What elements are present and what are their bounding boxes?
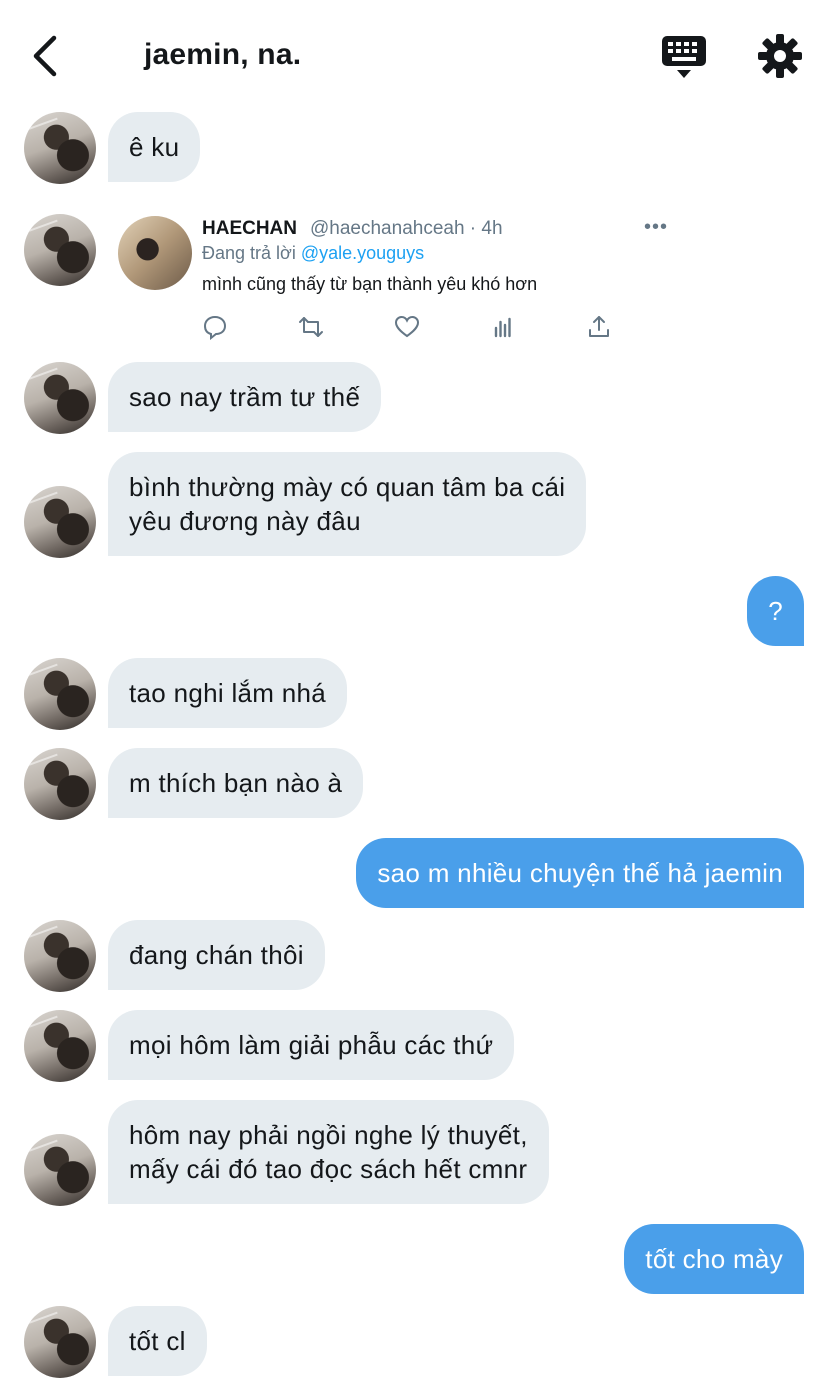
contact-avatar[interactable]: [24, 486, 96, 558]
reply-icon[interactable]: [202, 314, 228, 340]
share-icon[interactable]: [586, 314, 612, 340]
keyboard-icon[interactable]: [660, 34, 708, 80]
replying-handle-link[interactable]: @yale.youguys: [301, 243, 424, 263]
contact-avatar[interactable]: [24, 748, 96, 820]
message-bubble-incoming: tốt cl: [108, 1306, 207, 1376]
message-bubble-incoming: mọi hôm làm giải phẫu các thứ: [108, 1010, 515, 1080]
gear-icon[interactable]: [756, 32, 804, 80]
message-bubble-incoming: hôm nay phải ngồi nghe lý thuyết, mấy cá…: [108, 1100, 549, 1204]
contact-avatar[interactable]: [24, 112, 96, 184]
like-icon[interactable]: [394, 314, 420, 340]
tweet-text: mình cũng thấy từ bạn thành yêu khó hơn: [202, 274, 538, 294]
contact-avatar[interactable]: [24, 920, 96, 992]
conversation-title: jaemin, na.: [144, 38, 302, 71]
contact-avatar[interactable]: [24, 1010, 96, 1082]
contact-avatar[interactable]: [24, 658, 96, 730]
contact-avatar[interactable]: [24, 362, 96, 434]
message-bubble-incoming: m thích bạn nào à: [108, 748, 364, 818]
retweet-icon[interactable]: [298, 314, 324, 340]
tweet-handle-time: @haechanahceah · 4h: [310, 218, 503, 239]
shared-tweet-card[interactable]: HAECHAN @haechanahceah · 4h ••• Đang trả…: [108, 206, 688, 358]
message-bubble-outgoing: sao m nhiều chuyện thế hả jaemin: [356, 838, 804, 908]
tweet-author-avatar: [118, 216, 192, 290]
back-arrow-icon[interactable]: [24, 34, 68, 78]
more-icon[interactable]: •••: [644, 216, 668, 239]
contact-avatar[interactable]: [24, 1306, 96, 1378]
message-bubble-incoming: ê ku: [108, 112, 201, 182]
contact-avatar[interactable]: [24, 214, 96, 286]
tweet-replying-to: Đang trả lời @yale.youguys: [202, 243, 424, 264]
analytics-icon[interactable]: [490, 314, 516, 340]
message-bubble-incoming: tao nghi lắm nhá: [108, 658, 348, 728]
message-bubble-outgoing: tốt cho mày: [624, 1224, 804, 1294]
tweet-author-name: HAECHAN: [202, 218, 297, 239]
message-bubble-incoming: sao nay trầm tư thế: [108, 362, 382, 432]
message-bubble-incoming: đang chán thôi: [108, 920, 325, 990]
message-bubble-outgoing: ?: [747, 576, 804, 646]
top-bar: jaemin, na.: [0, 0, 828, 100]
message-bubble-incoming: bình thường mày có quan tâm ba cái yêu đ…: [108, 452, 587, 556]
contact-avatar[interactable]: [24, 1134, 96, 1206]
replying-prefix: Đang trả lời: [202, 243, 301, 263]
